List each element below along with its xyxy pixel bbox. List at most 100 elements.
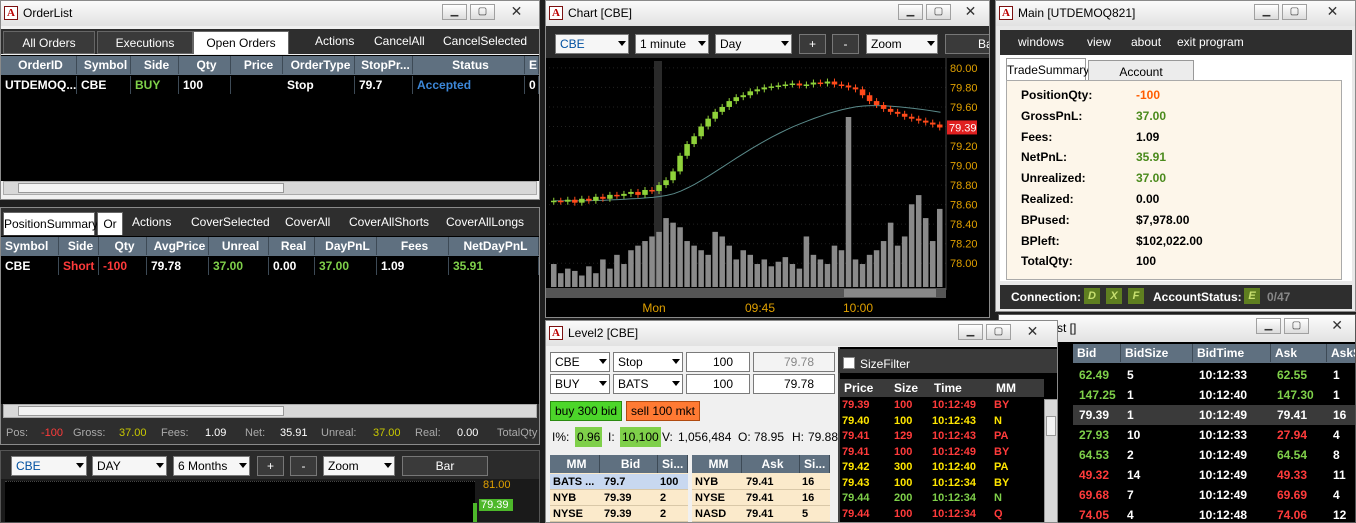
stop-price-stepper[interactable]: 79.78 — [753, 352, 835, 372]
col-price[interactable]: Price — [231, 56, 283, 74]
col-qty[interactable]: Qty — [99, 237, 147, 255]
minimize-icon[interactable]: ▁ — [442, 4, 467, 20]
zoom-out-button[interactable]: - — [290, 456, 317, 476]
tab-orders[interactable]: Or — [97, 212, 123, 235]
zoom-in-button[interactable]: + — [799, 34, 826, 54]
sell-100-mkt-button[interactable]: sell 100 mkt — [626, 401, 700, 421]
col-stopprice[interactable]: StopPr... — [355, 56, 413, 74]
col-size[interactable]: Size — [890, 379, 930, 397]
col-ordertype[interactable]: OrderType — [283, 56, 355, 74]
cancel-selected-button[interactable]: CancelSelected — [443, 29, 527, 53]
size-filter-checkbox[interactable] — [843, 357, 855, 369]
col-real[interactable]: Real — [269, 237, 315, 255]
maximize-icon[interactable]: ▢ — [986, 324, 1011, 340]
table-row[interactable]: 62.49 5 10:12:33 62.55 1 — [1073, 365, 1355, 385]
tab-position-summary[interactable]: PositionSummary — [3, 212, 98, 235]
zoom-in-button[interactable]: + — [257, 456, 284, 476]
col-symbol[interactable]: Symbol — [1, 237, 59, 255]
col-bid[interactable]: Bid — [1073, 344, 1121, 362]
tape-scrollbar[interactable] — [1044, 399, 1057, 522]
close-icon[interactable]: ✕ — [1020, 324, 1045, 340]
minimize-icon[interactable]: ▁ — [1256, 318, 1281, 334]
list-item[interactable]: NYSE 79.39 2 — [550, 506, 688, 522]
symbol-select[interactable]: CBE — [11, 456, 87, 476]
list-item[interactable]: BATS ... 79.7 100 — [550, 474, 688, 490]
close-icon[interactable]: ✕ — [958, 4, 983, 20]
cover-all-shorts-button[interactable]: CoverAllShorts — [349, 210, 429, 234]
col-bid[interactable]: Bid — [600, 455, 658, 473]
tab-executions[interactable]: Executions — [97, 31, 193, 54]
chart-titlebar[interactable]: A Chart [CBE] ▁ ▢ ✕ — [546, 1, 989, 26]
main-titlebar[interactable]: A Main [UTDEMOQ821] ▁ ▢ ✕ — [996, 1, 1355, 26]
col-price[interactable]: Price — [840, 379, 890, 397]
menu-view[interactable]: view — [1087, 30, 1111, 55]
table-row[interactable]: 49.32 14 10:12:49 49.33 11 — [1073, 465, 1355, 485]
buy-300-bid-button[interactable]: buy 300 bid — [550, 401, 622, 421]
order-type-select[interactable]: Stop — [613, 352, 683, 372]
bar-type-button[interactable]: Ba — [945, 34, 989, 54]
col-fees[interactable]: Fees — [377, 237, 449, 255]
col-netdaypnl[interactable]: NetDayPnL — [449, 237, 539, 255]
col-e[interactable]: E — [525, 56, 539, 74]
menu-windows[interactable]: windows — [1018, 30, 1064, 55]
cover-selected-button[interactable]: CoverSelected — [191, 210, 270, 234]
price-chart[interactable]: 80.0079.8079.6079.4079.2079.0078.8078.60… — [546, 58, 990, 318]
zoom-select[interactable]: Zoom — [866, 34, 938, 54]
col-status[interactable]: Status — [413, 56, 525, 74]
cover-all-longs-button[interactable]: CoverAllLongs — [446, 210, 524, 234]
table-row[interactable]: 74.05 4 10:12:48 74.06 12 — [1073, 505, 1355, 522]
bar-type-button[interactable]: Bar — [402, 456, 488, 476]
col-mm[interactable]: MM — [692, 455, 742, 473]
tab-account-parameters[interactable]: Account Parameters — [1088, 60, 1194, 101]
col-side[interactable]: Side — [59, 237, 99, 255]
list-item[interactable]: NYSE 79.41 16 — [692, 490, 830, 506]
cancel-all-button[interactable]: CancelAll — [374, 29, 425, 53]
l2-symbol-select[interactable]: CBE — [550, 352, 610, 372]
maximize-icon[interactable]: ▢ — [1284, 318, 1309, 334]
table-row[interactable]: 147.25 1 10:12:40 147.30 1 — [1073, 385, 1355, 405]
menu-exit-program[interactable]: exit program — [1177, 30, 1244, 55]
minimize-icon[interactable]: ▁ — [1254, 4, 1279, 20]
maximize-icon[interactable]: ▢ — [926, 4, 951, 20]
interval-select[interactable]: 1 minute — [635, 34, 709, 54]
col-daypnl[interactable]: DayPnL — [315, 237, 377, 255]
col-bidtime[interactable]: BidTime — [1193, 344, 1271, 362]
side-select[interactable]: BUY — [550, 374, 610, 394]
table-row[interactable]: UTDEMOQ... CBE BUY 100 Stop 79.7 Accepte… — [1, 76, 539, 94]
symbol-select[interactable]: CBE — [555, 34, 629, 54]
table-row[interactable]: 27.93 10 10:12:33 27.94 4 — [1073, 425, 1355, 445]
col-size[interactable]: Si... — [800, 455, 830, 473]
level2-titlebar[interactable]: A Level2 [CBE] ▁ ▢ ✕ — [546, 321, 1057, 346]
qty-stepper[interactable]: 100 — [686, 352, 750, 372]
table-row[interactable]: 64.53 2 10:12:49 64.54 8 — [1073, 445, 1355, 465]
col-mm[interactable]: MM — [550, 455, 600, 473]
table-row[interactable]: CBE Short -100 79.78 37.00 0.00 37.00 1.… — [1, 257, 539, 275]
col-ask[interactable]: Ask — [742, 455, 800, 473]
close-icon[interactable]: ✕ — [1331, 317, 1343, 334]
col-ask[interactable]: Ask — [1271, 344, 1327, 362]
limit-price-stepper[interactable]: 79.78 — [753, 374, 835, 394]
qty2-stepper[interactable]: 100 — [686, 374, 750, 394]
orderlist-titlebar[interactable]: A OrderList ▁ ▢ ✕ — [1, 1, 539, 26]
cover-all-button[interactable]: CoverAll — [285, 210, 330, 234]
close-icon[interactable]: ✕ — [504, 4, 529, 20]
list-item[interactable]: NASD 79.41 5 — [692, 506, 830, 522]
zoom-select[interactable]: Zoom — [323, 456, 395, 476]
maximize-icon[interactable]: ▢ — [1282, 4, 1307, 20]
menu-about[interactable]: about — [1131, 30, 1161, 55]
col-asksize[interactable]: AskS — [1327, 344, 1355, 362]
col-avgprice[interactable]: AvgPrice — [147, 237, 209, 255]
col-mm[interactable]: MM — [992, 379, 1032, 397]
minimize-icon[interactable]: ▁ — [958, 324, 983, 340]
maximize-icon[interactable]: ▢ — [470, 4, 495, 20]
tab-all-orders[interactable]: All Orders — [3, 31, 95, 54]
list-item[interactable]: NYB 79.41 16 — [692, 474, 830, 490]
range-select[interactable]: 6 Months — [173, 456, 250, 476]
tab-open-orders[interactable]: Open Orders — [193, 31, 289, 54]
col-symbol[interactable]: Symbol — [77, 56, 131, 74]
tif-select[interactable]: DAY — [92, 456, 167, 476]
zoom-out-button[interactable]: - — [832, 34, 859, 54]
col-time[interactable]: Time — [930, 379, 992, 397]
horizontal-scrollbar[interactable] — [3, 404, 537, 418]
col-unreal[interactable]: Unreal — [209, 237, 269, 255]
